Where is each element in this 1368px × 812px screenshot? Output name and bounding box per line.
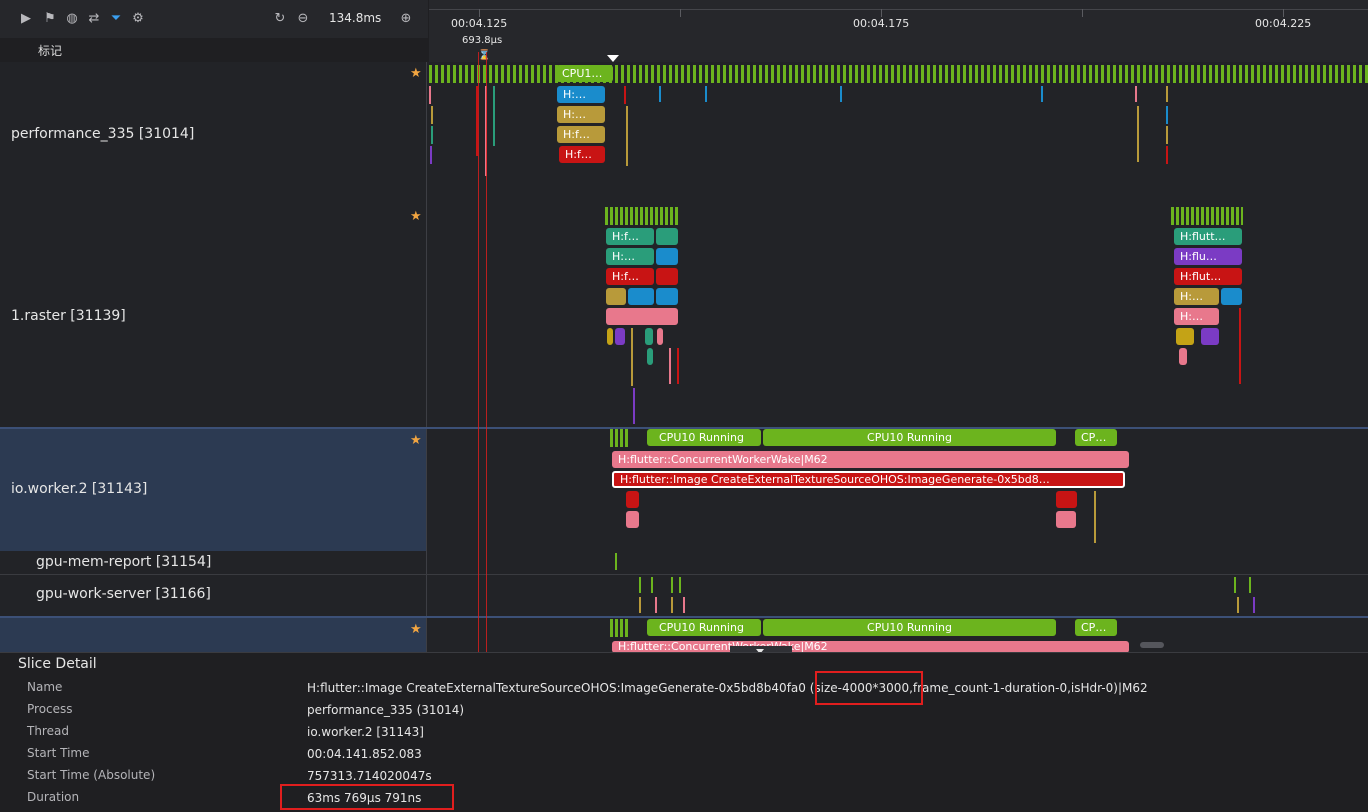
highlight-box: [815, 671, 923, 705]
settings-icon[interactable]: ⚙: [130, 11, 146, 27]
slice-block[interactable]: [656, 228, 678, 245]
detail-value: 757313.714020047s: [307, 769, 432, 783]
cursor-duration-label: 693.8μs: [462, 35, 503, 46]
slice-block[interactable]: H:…: [1174, 308, 1219, 325]
slice-block[interactable]: H:f…: [557, 126, 605, 143]
panel-title: Slice Detail: [18, 656, 97, 672]
detail-key: Start Time (Absolute): [27, 768, 156, 782]
play-icon[interactable]: ▶: [18, 11, 34, 27]
tick-label: 00:04.175: [853, 17, 910, 30]
slice-block[interactable]: [645, 328, 653, 345]
time-ruler[interactable]: 00:04.125 00:04.175 00:04.225 693.8μs ⌛: [429, 0, 1368, 62]
detail-value: io.worker.2 [31143]: [307, 725, 424, 739]
cpu-running-slice[interactable]: CPU10 Running: [763, 429, 1056, 446]
selected-slice[interactable]: H:flutter::Image CreateExternalTextureSo…: [612, 471, 1125, 488]
slice-block[interactable]: [606, 308, 678, 325]
marker-label: 标记: [38, 44, 63, 58]
detail-key: Name: [27, 680, 63, 694]
slice-block[interactable]: H:…: [557, 86, 605, 103]
slice-block[interactable]: [615, 328, 625, 345]
slice-block[interactable]: [656, 248, 678, 265]
slice-block[interactable]: H:…: [1174, 288, 1219, 305]
cpu-running-slice[interactable]: CPU10 Running: [647, 429, 761, 446]
lane-title: 1.raster [31139]: [11, 308, 126, 324]
lane-title: performance_335 [31014]: [11, 126, 195, 142]
filter-icon[interactable]: ⏷: [108, 11, 124, 27]
slice-block[interactable]: H:flu…: [1174, 248, 1242, 265]
slice-block[interactable]: [1201, 328, 1219, 345]
zoom-out-icon[interactable]: ⊖: [295, 11, 311, 27]
detail-key: Duration: [27, 790, 80, 804]
tick-label: 00:04.125: [451, 17, 508, 30]
slice-block[interactable]: H:flutter::ConcurrentWorkerWake|M62: [612, 451, 1129, 468]
lane-raster[interactable]: 1.raster [31139] ★ H:f… H:… H:f… H:flutt…: [0, 205, 1368, 428]
cursor-marker-icon[interactable]: ⌛: [478, 50, 490, 61]
detail-key: Thread: [27, 724, 69, 738]
slice-block[interactable]: [1221, 288, 1242, 305]
cpu-running-slice[interactable]: CPU10 Running: [647, 619, 761, 636]
slice-block[interactable]: H:…: [557, 106, 605, 123]
slice-block[interactable]: [1179, 348, 1187, 365]
horizontal-scrollbar[interactable]: [1140, 642, 1164, 648]
slice-block[interactable]: H:f…: [606, 228, 654, 245]
slice-block[interactable]: [647, 348, 653, 365]
slice-block[interactable]: H:flutt…: [1174, 228, 1242, 245]
slice-block[interactable]: [656, 288, 678, 305]
cpu-running-slice[interactable]: CP…: [1075, 429, 1117, 446]
globe-icon[interactable]: ◍: [64, 11, 80, 27]
zoom-in-icon[interactable]: ⊕: [398, 11, 414, 27]
timeline-toolbar: ▶ ⚑ ◍ ⇄ ⏷ ⚙ ↻ ⊖ 134.8ms ⊕: [0, 0, 428, 38]
detail-value: H:flutter::Image CreateExternalTextureSo…: [307, 681, 1148, 695]
slice-block[interactable]: H:f…: [606, 268, 654, 285]
slice-block[interactable]: [657, 328, 663, 345]
slice-detail-panel: Slice Detail Name H:flutter::Image Creat…: [0, 652, 1368, 812]
highlight-box: [280, 784, 454, 810]
slice-block[interactable]: [607, 328, 613, 345]
detail-key: Start Time: [27, 746, 90, 760]
star-icon[interactable]: ★: [410, 209, 422, 224]
slice-block[interactable]: [1176, 328, 1194, 345]
slice-block[interactable]: H:…: [606, 248, 654, 265]
lane-gpu-mem-report[interactable]: gpu-mem-report [31154]: [0, 551, 1368, 575]
cpu-running-slice[interactable]: CP…: [1075, 619, 1117, 636]
lane-title: gpu-mem-report [31154]: [36, 554, 212, 570]
slice-block[interactable]: [656, 268, 678, 285]
cpu-running-slice[interactable]: CPU10 Running: [763, 619, 1056, 636]
lane-performance-335[interactable]: performance_335 [31014] ★ CPU1… H:… H:… …: [0, 62, 1368, 206]
lane-title: io.worker.2 [31143]: [11, 481, 148, 497]
lane-gpu-work-server[interactable]: gpu-work-server [31166]: [0, 575, 1368, 617]
slice-block[interactable]: CPU1…: [556, 65, 613, 82]
slice-block[interactable]: H:f…: [559, 146, 605, 163]
cpu-running-strip[interactable]: [605, 207, 679, 225]
reset-icon[interactable]: ↻: [272, 11, 288, 27]
zoom-value: 134.8ms: [329, 11, 382, 25]
shuffle-icon[interactable]: ⇄: [86, 11, 102, 27]
slice-block[interactable]: H:flut…: [1174, 268, 1242, 285]
selection-marker-icon[interactable]: [607, 55, 619, 62]
slice-block[interactable]: [606, 288, 626, 305]
cpu-running-strip[interactable]: [1171, 207, 1243, 225]
star-icon[interactable]: ★: [410, 622, 422, 637]
star-icon[interactable]: ★: [410, 66, 422, 81]
star-icon[interactable]: ★: [410, 433, 422, 448]
cursor-line: [486, 52, 487, 652]
lane-title: gpu-work-server [31166]: [36, 586, 211, 602]
detail-key: Process: [27, 702, 73, 716]
detail-value: performance_335 (31014): [307, 703, 465, 717]
cursor-line: [478, 52, 479, 652]
lane-io-worker-2[interactable]: io.worker.2 [31143] ★ CPU10 Running CPU1…: [0, 427, 1368, 552]
lane-io-worker-next[interactable]: ★ CPU10 Running CPU10 Running CP… H:flut…: [0, 616, 1368, 655]
detail-value: 00:04.141.852.083: [307, 747, 422, 761]
slice-block[interactable]: [628, 288, 654, 305]
flag-icon[interactable]: ⚑: [42, 11, 58, 27]
tick-label: 00:04.225: [1255, 17, 1312, 30]
